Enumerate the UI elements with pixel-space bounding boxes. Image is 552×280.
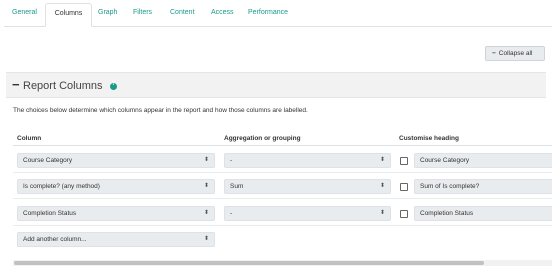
tab-graph[interactable]: Graph bbox=[98, 3, 117, 27]
tab-columns[interactable]: Columns bbox=[45, 3, 92, 27]
column-select-value: Course Category bbox=[23, 157, 73, 164]
help-icon[interactable] bbox=[110, 81, 117, 90]
aggregation-select[interactable]: - ⬍ bbox=[224, 206, 391, 221]
heading-input[interactable]: Sum of Is complete? bbox=[414, 179, 552, 194]
horizontal-scrollbar-thumb[interactable] bbox=[14, 261, 484, 265]
heading-input[interactable]: Completion Status bbox=[414, 206, 552, 221]
section-description: The choices below determine which column… bbox=[13, 107, 308, 114]
aggregation-select-value: - bbox=[230, 157, 233, 164]
aggregation-select-value: - bbox=[230, 210, 233, 217]
minus-icon: − bbox=[492, 50, 496, 57]
column-select[interactable]: Is complete? (any method) ⬍ bbox=[17, 179, 215, 194]
tab-content[interactable]: Content bbox=[170, 3, 195, 27]
row-divider bbox=[13, 198, 552, 199]
section-title: Report Columns bbox=[23, 80, 103, 92]
column-select-value: Completion Status bbox=[23, 210, 77, 217]
select-arrows-icon: ⬍ bbox=[379, 183, 385, 189]
collapse-minus-icon[interactable]: − bbox=[12, 78, 20, 91]
collapse-all-label: Collapse all bbox=[498, 50, 533, 57]
report-columns-header[interactable]: − Report Columns bbox=[6, 72, 546, 98]
customise-heading-checkbox[interactable] bbox=[400, 183, 408, 191]
collapse-all-button[interactable]: − Collapse all bbox=[485, 46, 545, 61]
customise-heading-checkbox[interactable] bbox=[400, 157, 408, 165]
column-header: Column bbox=[17, 135, 42, 142]
select-arrows-icon: ⬍ bbox=[379, 210, 385, 216]
aggregation-select[interactable]: Sum ⬍ bbox=[224, 179, 391, 194]
aggregation-header: Aggregation or grouping bbox=[224, 135, 301, 142]
tab-general[interactable]: General bbox=[12, 3, 37, 27]
select-arrows-icon: ⬍ bbox=[203, 183, 209, 189]
column-select-value: Is complete? (any method) bbox=[23, 183, 100, 190]
column-select[interactable]: Course Category ⬍ bbox=[17, 153, 215, 168]
tab-filters[interactable]: Filters bbox=[133, 3, 152, 27]
add-column-select[interactable]: Add another column... ⬍ bbox=[17, 232, 215, 247]
row-divider bbox=[13, 225, 552, 226]
aggregation-select[interactable]: - ⬍ bbox=[224, 153, 391, 168]
column-select[interactable]: Completion Status ⬍ bbox=[17, 206, 215, 221]
select-arrows-icon: ⬍ bbox=[203, 157, 209, 163]
tab-bar: General Columns Graph Filters Content Ac… bbox=[4, 3, 552, 27]
select-arrows-icon: ⬍ bbox=[203, 210, 209, 216]
tab-performance[interactable]: Performance bbox=[248, 3, 288, 27]
add-column-select-value: Add another column... bbox=[23, 236, 87, 243]
select-arrows-icon: ⬍ bbox=[379, 157, 385, 163]
customise-heading-checkbox[interactable] bbox=[400, 210, 408, 218]
select-arrows-icon: ⬍ bbox=[203, 236, 209, 242]
tab-access[interactable]: Access bbox=[211, 3, 234, 27]
aggregation-select-value: Sum bbox=[230, 183, 244, 190]
heading-header: Customise heading bbox=[399, 135, 459, 142]
heading-input[interactable]: Course Category bbox=[414, 153, 552, 168]
table-header-divider bbox=[13, 145, 552, 146]
row-divider bbox=[13, 172, 552, 173]
